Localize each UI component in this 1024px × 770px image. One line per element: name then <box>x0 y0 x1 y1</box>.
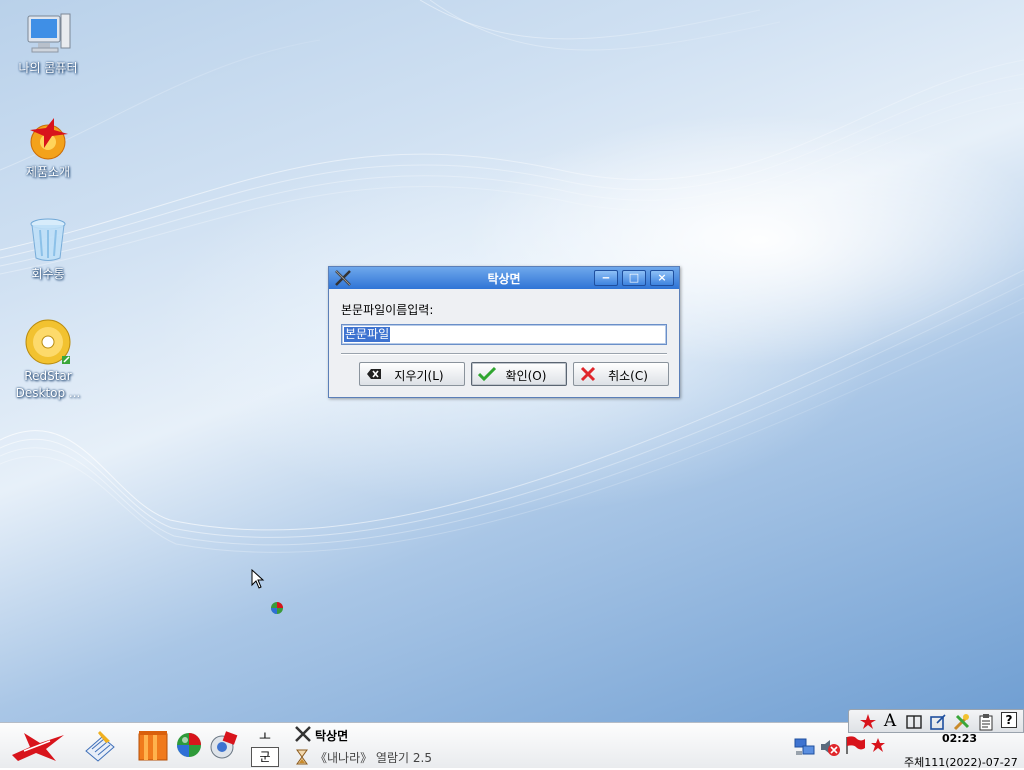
clock-time[interactable]: 02:23 <box>942 732 977 745</box>
clipboard-icon[interactable] <box>977 713 995 731</box>
desktop-icon-label: 회수통 <box>31 267 65 281</box>
mouse-cursor-icon <box>251 569 265 589</box>
maximize-button[interactable]: □ <box>622 270 646 286</box>
ok-button[interactable]: 확인(O) <box>471 362 567 386</box>
full-half-width-icon[interactable] <box>905 713 923 731</box>
dialog-titlebar[interactable]: 탁상면 ‒ □ × <box>329 267 679 289</box>
input-method-tray: A ? <box>848 709 1024 733</box>
save-file-dialog: 탁상면 ‒ □ × 본문파일이름입력: 본문파일 지우기(L) 확인(O) 취소… <box>328 266 680 398</box>
cancel-button-label: 취소(C) <box>608 369 648 383</box>
taskbar-task-browser[interactable]: 《내나라》 열람기 2.5 <box>294 748 494 766</box>
task-label: 탁상면 <box>315 729 349 743</box>
desktop-icon-label: 제품소개 <box>25 165 71 179</box>
ok-button-label: 확인(O) <box>505 369 547 383</box>
web-browser-globe-icon[interactable] <box>175 731 203 759</box>
desktop[interactable]: 나의 콤퓨터 제품소개 회수통 RedStar Desktop ... 탁상면 … <box>0 0 1024 722</box>
minimize-button[interactable]: ‒ <box>594 270 618 286</box>
cd-disc-icon <box>24 318 72 366</box>
help-icon[interactable]: ? <box>1001 712 1017 728</box>
busy-ball-icon <box>271 602 283 614</box>
dialog-separator <box>341 353 667 355</box>
tools-icon[interactable] <box>953 713 971 731</box>
network-icon[interactable] <box>794 737 816 757</box>
red-star-tray-icon[interactable] <box>870 737 886 755</box>
filename-input-value: 본문파일 <box>344 327 391 342</box>
x-app-icon <box>295 726 311 742</box>
taskbar: ㅗ 군 탁상면 《내나라》 열람기 2.5 A ? 02:23 주체111(20… <box>0 709 1024 769</box>
filename-input[interactable]: 본문파일 <box>341 324 667 345</box>
pager-bottom[interactable]: 군 <box>251 747 279 767</box>
flag-icon[interactable] <box>844 735 866 755</box>
cancel-button[interactable]: 취소(C) <box>573 362 669 386</box>
desktop-icon-redstar-desktop[interactable]: RedStar Desktop ... <box>0 318 96 402</box>
hourglass-icon <box>296 749 308 765</box>
filename-prompt-label: 본문파일이름입력: <box>341 303 434 317</box>
desktop-icon-label: 나의 콤퓨터 <box>18 61 78 75</box>
desktop-icon-product-intro[interactable]: 제품소개 <box>0 114 96 181</box>
red-star-menu-icon[interactable] <box>10 729 68 763</box>
document-editor-icon[interactable] <box>82 729 118 763</box>
volume-muted-icon[interactable] <box>819 737 841 757</box>
soft-keyboard-icon[interactable] <box>929 713 947 731</box>
computer-icon <box>24 10 72 58</box>
font-icon[interactable]: A <box>881 711 899 731</box>
task-label: 《내나라》 열람기 2.5 <box>315 751 432 765</box>
taskbar-task-desktop[interactable]: 탁상면 <box>294 726 494 744</box>
red-star-input-icon[interactable] <box>859 713 877 731</box>
trash-icon <box>24 216 72 264</box>
office-suite-icon[interactable] <box>137 730 169 762</box>
red-star-gear-icon <box>24 114 72 162</box>
clear-button[interactable]: 지우기(L) <box>359 362 465 386</box>
pager-top[interactable]: ㅗ <box>252 726 278 745</box>
close-button[interactable]: × <box>650 270 674 286</box>
desktop-icon-trash[interactable]: 회수통 <box>0 216 96 283</box>
desktop-icon-label: RedStar Desktop ... <box>15 369 81 400</box>
media-player-icon[interactable] <box>208 731 238 761</box>
clear-button-label: 지우기(L) <box>394 369 444 383</box>
desktop-icon-my-computer[interactable]: 나의 콤퓨터 <box>0 10 96 77</box>
